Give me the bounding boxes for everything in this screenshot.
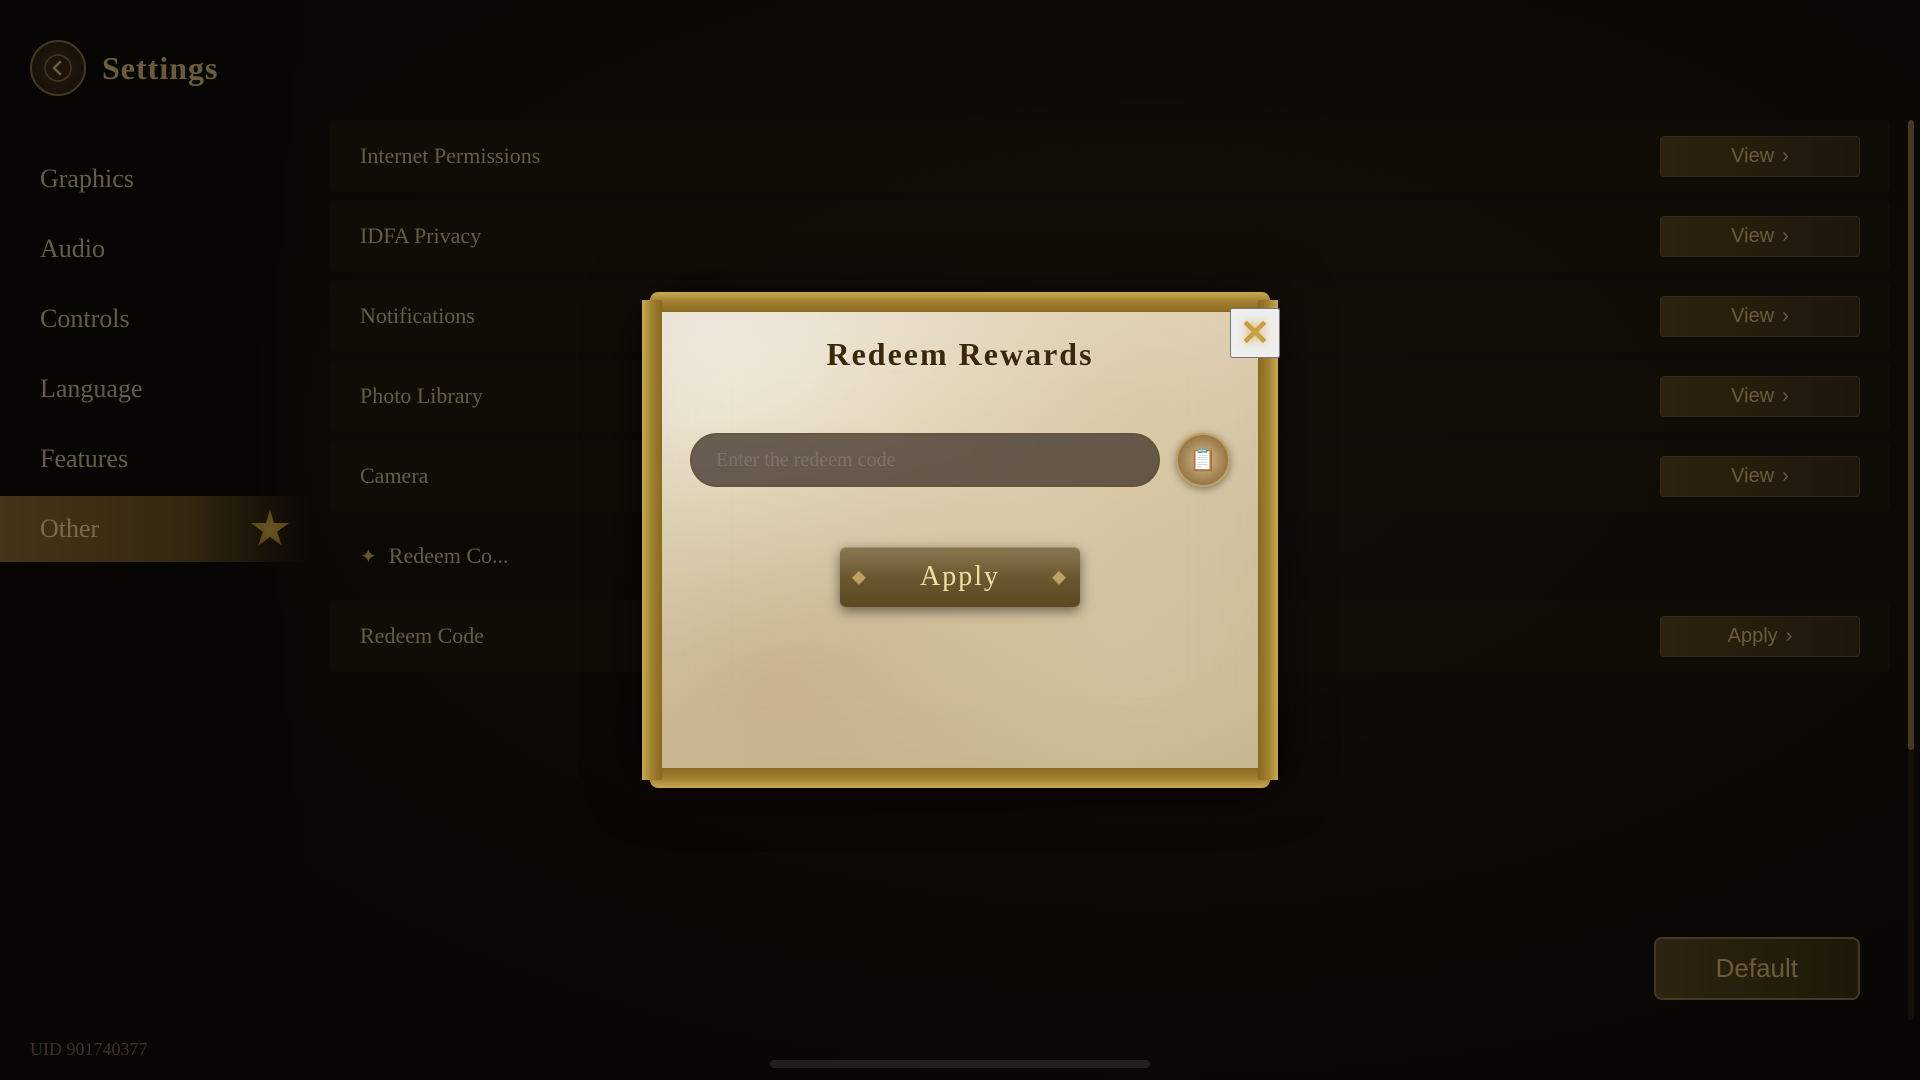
redeem-modal: ✕ Redeem Rewards 📋 Apply [650, 300, 1270, 780]
modal-overlay: ✕ Redeem Rewards 📋 Apply [0, 0, 1920, 1080]
modal-right-border [1258, 300, 1278, 780]
modal-apply-button[interactable]: Apply [840, 547, 1080, 607]
modal-bottom-border [650, 768, 1270, 788]
input-row: 📋 [690, 433, 1230, 487]
modal-top-border [650, 292, 1270, 312]
redeem-code-input[interactable] [690, 433, 1160, 487]
close-icon: ✕ [1240, 312, 1270, 354]
clipboard-icon: 📋 [1189, 447, 1216, 473]
modal-left-border [642, 300, 662, 780]
modal-close-button[interactable]: ✕ [1230, 308, 1280, 358]
paste-button[interactable]: 📋 [1176, 433, 1230, 487]
modal-title: Redeem Rewards [826, 336, 1093, 373]
